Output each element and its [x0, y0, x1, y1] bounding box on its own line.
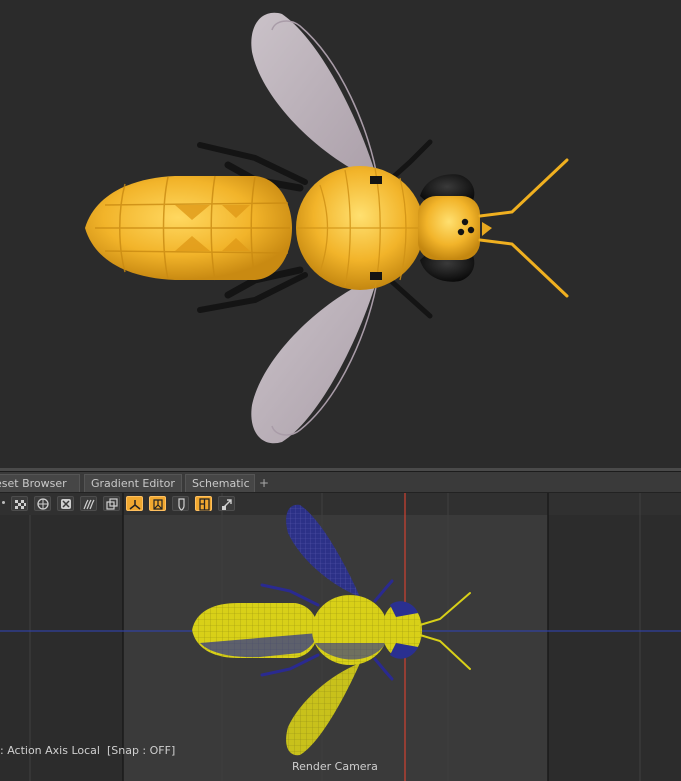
duplicate-icon[interactable] [103, 496, 120, 511]
bee-thorax [296, 166, 424, 290]
schematic-viewport[interactable]: : Action Axis Local [Snap : OFF] Render … [0, 493, 681, 781]
checker-icon[interactable] [11, 496, 28, 511]
tab-preset-browser[interactable]: eset Browser [0, 474, 80, 492]
viewport-scene [0, 493, 681, 781]
waves-icon[interactable] [80, 496, 97, 511]
bee-head [418, 196, 492, 260]
box-x-icon[interactable] [57, 496, 74, 511]
tab-gradient-editor[interactable]: Gradient Editor [84, 474, 182, 492]
camera-label: Render Camera [292, 760, 378, 773]
tab-bar: eset Browser Gradient Editor Schematic + [0, 472, 681, 493]
bee-abdomen [85, 175, 292, 281]
sphere-grid-icon[interactable] [34, 496, 51, 511]
pointer-icon[interactable] [218, 496, 235, 511]
snap-icon[interactable] [195, 496, 212, 511]
bee-antennae [478, 158, 569, 298]
shield-icon[interactable] [172, 496, 189, 511]
axis-local-icon[interactable] [126, 496, 143, 511]
status-text: : Action Axis Local [Snap : OFF] [0, 744, 176, 757]
bee-render [85, 12, 569, 444]
tab-schematic[interactable]: Schematic [185, 474, 255, 492]
add-tab-button[interactable]: + [258, 474, 270, 492]
axis-world-icon[interactable] [149, 496, 166, 511]
render-view[interactable] [0, 0, 681, 468]
toolbar-dot [2, 501, 5, 504]
